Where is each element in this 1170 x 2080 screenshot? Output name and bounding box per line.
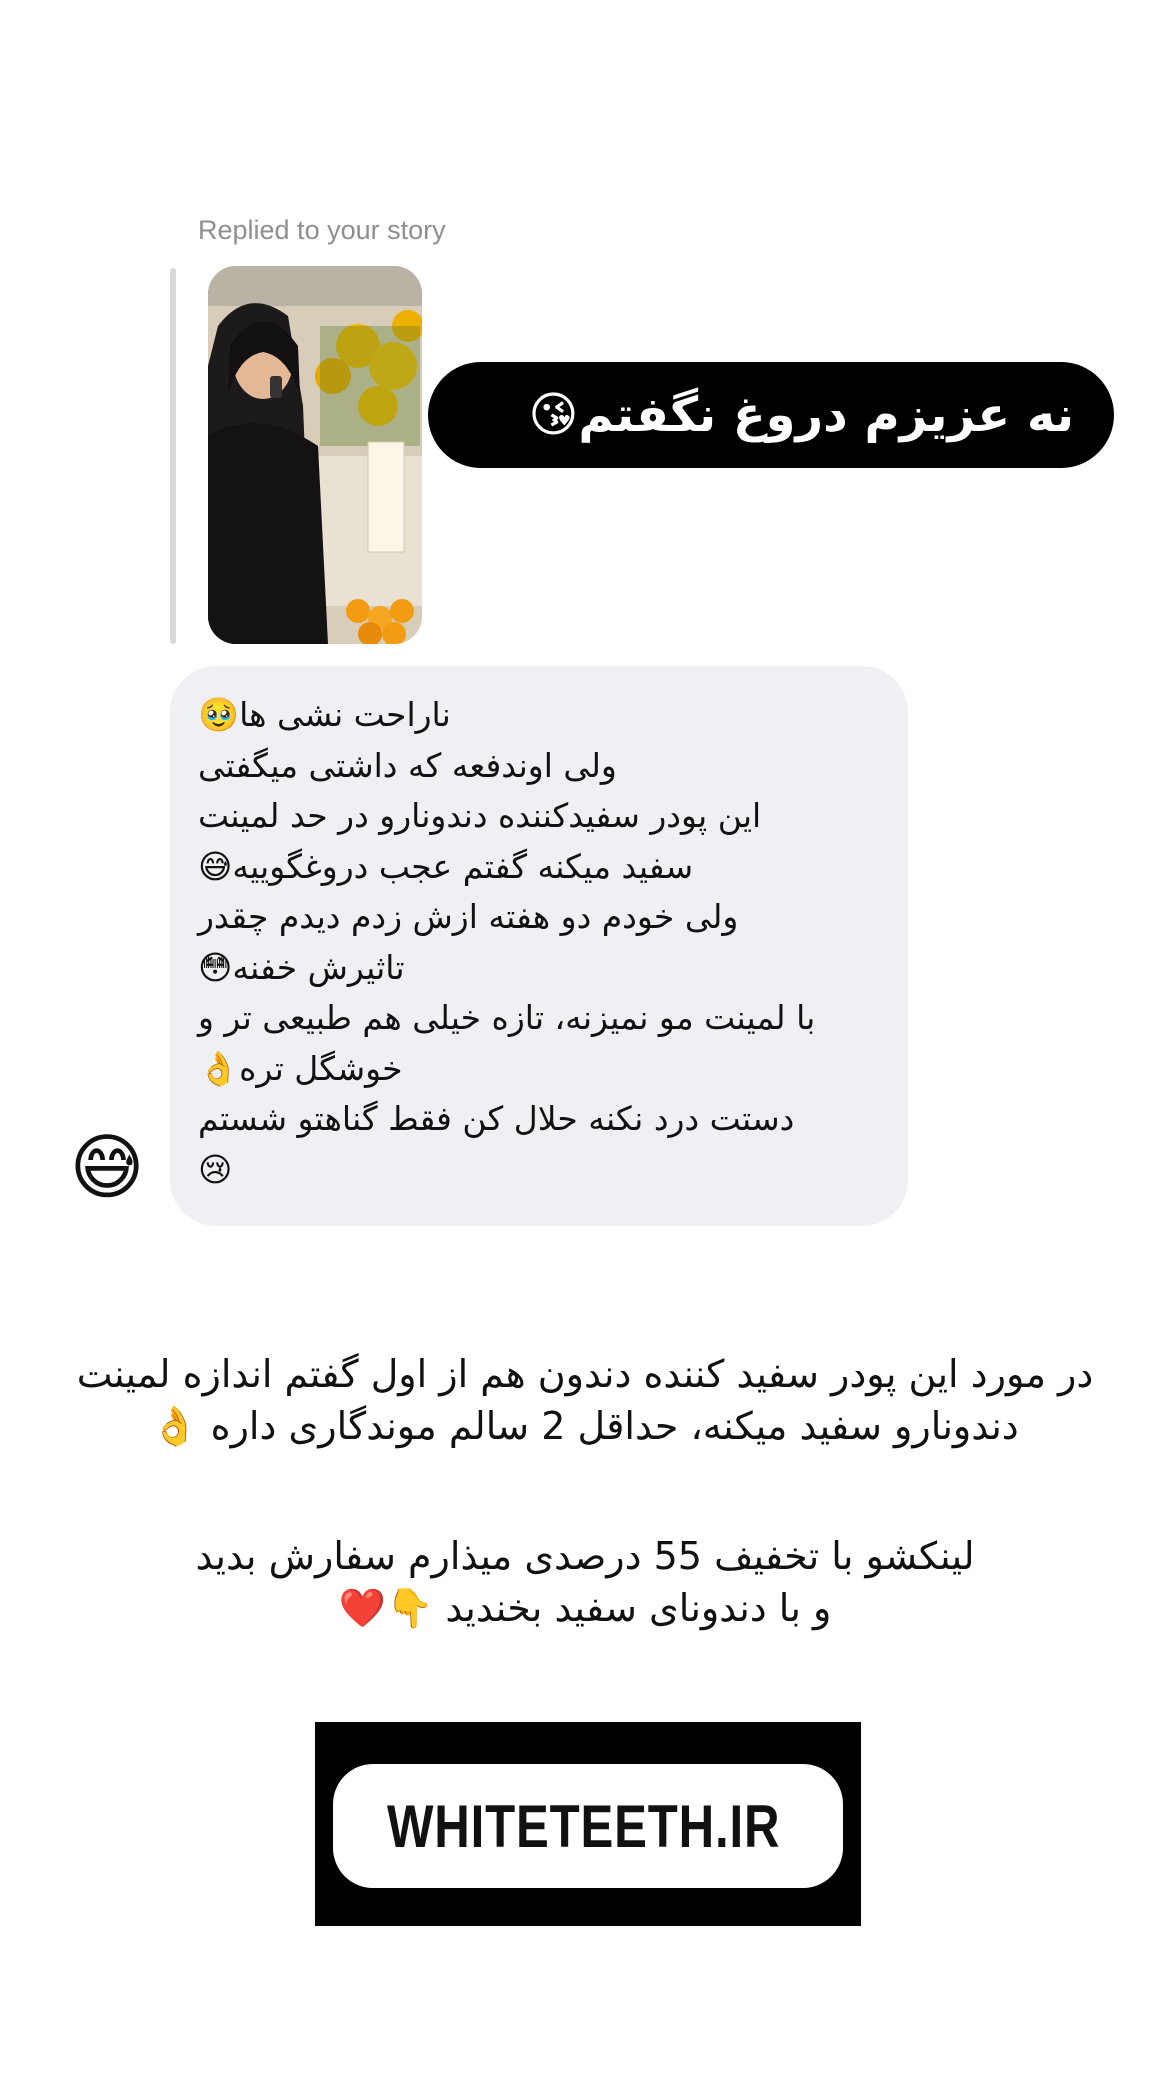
caption-line: و با دندونای سفید بخندید 👇❤️ bbox=[338, 1586, 832, 1630]
caption-paragraph-1: در مورد این پودر سفید کننده دندون هم از … bbox=[20, 1348, 1150, 1452]
message-line: 😢 bbox=[198, 1149, 233, 1189]
link-sticker-label: WHITETEETH.IR bbox=[387, 1792, 781, 1860]
message-line: ناراحت نشی ها🥹 bbox=[198, 695, 451, 734]
message-line: دستت درد نکنه حلال کن فقط گناهتو شستم bbox=[198, 1099, 795, 1138]
message-line: ولی اوندفعه که داشتی میگفتی bbox=[198, 745, 617, 785]
message-reaction-emoji[interactable]: 😅 bbox=[62, 1122, 152, 1212]
message-line: این پودر سفیدکننده دندونارو در حد لمینت bbox=[198, 796, 762, 835]
story-thumbnail[interactable] bbox=[208, 266, 422, 644]
story-reply-message: نه عزیزم دروغ نگفتم😘 bbox=[428, 362, 1114, 468]
caption-line: دندونارو سفید میکنه، حداقل 2 سالم موندگا… bbox=[151, 1404, 1019, 1448]
story-reply-bar bbox=[170, 268, 176, 644]
caption-line: لینکشو با تخفیف 55 درصدی میذارم سفارش بد… bbox=[195, 1534, 975, 1578]
caption-line: در مورد این پودر سفید کننده دندون هم از … bbox=[76, 1352, 1094, 1396]
message-line: با لمینت مو نمیزنه، تازه خیلی هم طبیعی ت… bbox=[198, 998, 816, 1037]
story-photo-graphic bbox=[208, 266, 422, 644]
story-reply-text: نه عزیزم دروغ نگفتم😘 bbox=[528, 387, 1074, 443]
link-sticker[interactable]: WHITETEETH.IR bbox=[333, 1764, 843, 1888]
message-line: ولی خودم دو هفته ازش زدم دیدم چقدر bbox=[198, 897, 739, 936]
message-line: تاثیرش خفنه😳 bbox=[198, 947, 405, 987]
message-line: سفید میکنه گفتم عجب دروغگوییه😅 bbox=[198, 846, 694, 886]
message-bubble[interactable]: ناراحت نشی ها🥹 ولی اوندفعه که داشتی میگف… bbox=[170, 666, 908, 1226]
caption-paragraph-2: لینکشو با تخفیف 55 درصدی میذارم سفارش بد… bbox=[20, 1530, 1150, 1634]
replied-to-story-label: Replied to your story bbox=[198, 215, 446, 245]
message-line: خوشگل تره👌 bbox=[198, 1048, 403, 1088]
